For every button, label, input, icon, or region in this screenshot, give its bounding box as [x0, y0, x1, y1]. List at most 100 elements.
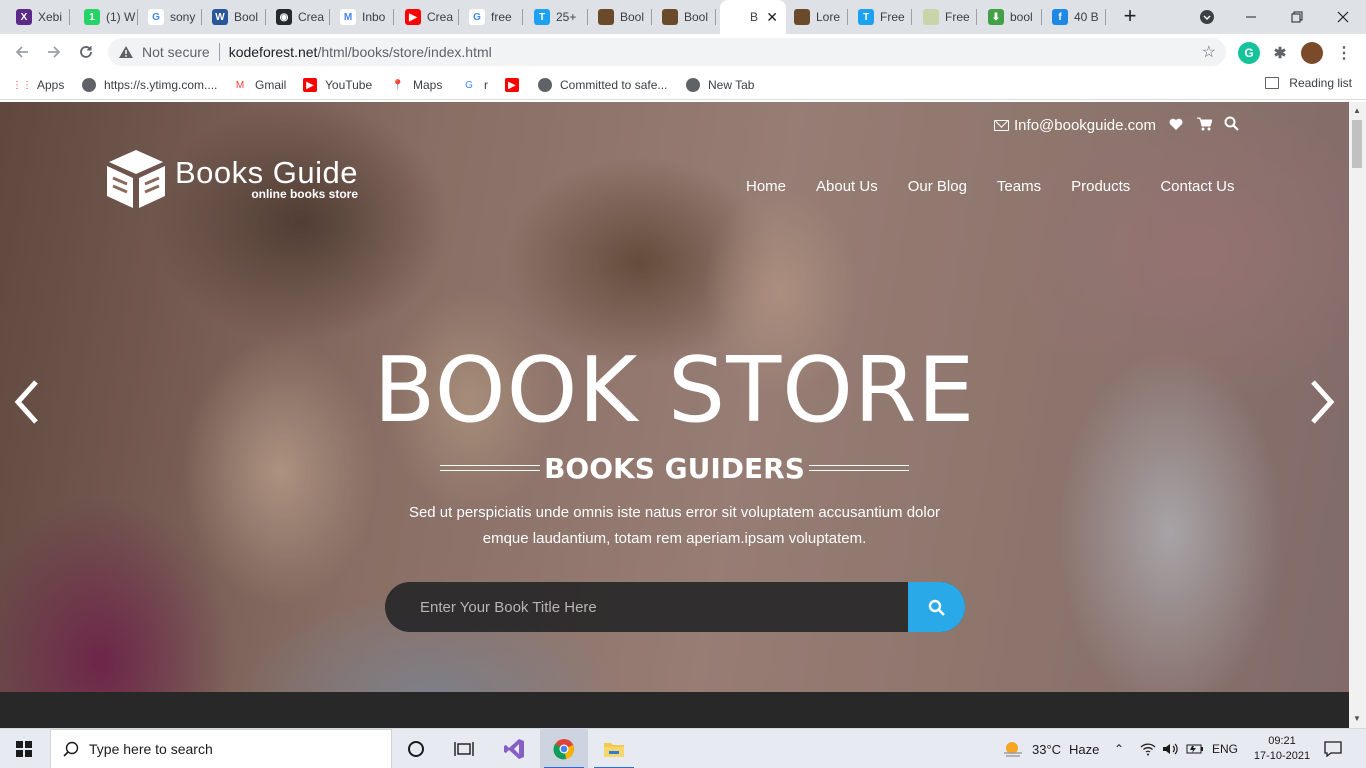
- site-logo[interactable]: Books Guide online books store: [105, 148, 358, 210]
- address-bar[interactable]: Not secure kodeforest.net/html/books/sto…: [108, 38, 1226, 66]
- close-tab-icon[interactable]: ✕: [766, 9, 778, 26]
- youtube-icon: ▶: [303, 78, 317, 92]
- nav-item-teams[interactable]: Teams: [997, 178, 1041, 195]
- tab-separator: [587, 9, 588, 25]
- grammarly-icon[interactable]: G: [1238, 42, 1260, 64]
- browser-tab-label: Inbo: [362, 10, 386, 24]
- close-window-button[interactable]: [1320, 0, 1366, 34]
- page-viewport: Info@bookguide.com Books Guide online bo…: [0, 102, 1349, 728]
- security-label[interactable]: Not secure: [142, 44, 210, 60]
- tray-overflow-icon[interactable]: ⌃: [1114, 729, 1124, 768]
- t-icon: T: [858, 9, 874, 25]
- browser-tab-label: Free: [945, 10, 970, 24]
- start-button[interactable]: [0, 729, 48, 768]
- back-button[interactable]: [10, 40, 34, 64]
- bookmark-item[interactable]: 📍 Maps: [391, 76, 443, 94]
- bookmark-label: New Tab: [708, 78, 755, 92]
- bookmarks-bar: ⋮⋮ Apps https://s.ytimg.com.... M Gmail ▶ YouT…: [0, 70, 1366, 100]
- tab-separator: [715, 9, 716, 25]
- book-search-button[interactable]: [908, 582, 965, 632]
- gmail-icon: M: [235, 79, 245, 91]
- bookmark-label: r: [484, 78, 488, 92]
- nav-item-products[interactable]: Products: [1071, 178, 1130, 195]
- battery-icon[interactable]: [1186, 729, 1204, 768]
- scroll-down-icon[interactable]: ▼: [1353, 714, 1361, 723]
- nav-item-our-blog[interactable]: Our Blog: [908, 178, 967, 195]
- tab-search-button[interactable]: [1184, 0, 1230, 34]
- browser-tab[interactable]: B ✕: [720, 0, 786, 34]
- close-icon: [1337, 11, 1349, 23]
- url-host: kodeforest.net: [228, 44, 318, 60]
- browser-tab[interactable]: Gfree: [461, 0, 523, 34]
- bookmark-item[interactable]: M Gmail: [233, 76, 287, 94]
- browser-tab[interactable]: Bool: [654, 0, 716, 34]
- new-tab-button[interactable]: +: [1118, 5, 1142, 29]
- cortana-button[interactable]: [392, 729, 440, 768]
- extensions-puzzle-icon[interactable]: ✱: [1269, 42, 1291, 64]
- nav-item-home[interactable]: Home: [746, 178, 786, 195]
- profile-avatar[interactable]: [1301, 42, 1323, 64]
- screen: { "browser": { "tabs": [ {"label": "Xebi…: [0, 0, 1366, 768]
- browser-tab[interactable]: T 25+: [526, 0, 588, 34]
- browser-tab[interactable]: 1 (1) W: [76, 0, 138, 34]
- forward-button[interactable]: [42, 40, 66, 64]
- browser-tab[interactable]: X Xebi: [8, 0, 70, 34]
- browser-tab[interactable]: Gsony: [140, 0, 202, 34]
- bookmark-item[interactable]: https://s.ytimg.com....: [82, 76, 217, 94]
- book-search-input[interactable]: [385, 582, 907, 632]
- browser-menu-icon[interactable]: ⋮: [1333, 42, 1355, 64]
- browser-tab[interactable]: W Bool: [204, 0, 266, 34]
- language-indicator[interactable]: ENG: [1212, 729, 1238, 768]
- reading-list-button[interactable]: Reading list: [1265, 76, 1352, 90]
- bookmark-label: Maps: [413, 78, 443, 92]
- bookmark-item[interactable]: ▶ YouTube: [303, 76, 372, 94]
- nav-item-about-us[interactable]: About Us: [816, 178, 878, 195]
- hero-subtitle: BOOKS GUIDERS: [544, 452, 805, 485]
- browser-tab[interactable]: M Inbo: [332, 0, 394, 34]
- bookmark-item[interactable]: ▶: [505, 76, 527, 94]
- scroll-up-icon[interactable]: ▲: [1353, 106, 1361, 115]
- clock[interactable]: 09:21 17-10-2021: [1250, 729, 1314, 768]
- header-search-icon[interactable]: [1224, 116, 1239, 135]
- browser-tab[interactable]: ◉ Crea: [268, 0, 330, 34]
- browser-tab-label: (1) W: [106, 10, 136, 24]
- scrollbar-thumb[interactable]: [1352, 120, 1362, 168]
- windows-taskbar: Type here to search 33°C Haze ⌃ ENG 09:2…: [0, 728, 1366, 768]
- page-scrollbar[interactable]: ▲ ▼: [1349, 102, 1366, 728]
- nav-item-contact-us[interactable]: Contact Us: [1160, 178, 1234, 195]
- bookmark-item[interactable]: New Tab: [686, 76, 754, 94]
- network-icon[interactable]: [1140, 729, 1156, 768]
- wishlist-heart-icon[interactable]: [1168, 117, 1184, 135]
- bookmark-star-icon[interactable]: ☆: [1202, 42, 1216, 62]
- browser-tab[interactable]: Bool: [590, 0, 652, 34]
- reload-button[interactable]: [74, 40, 98, 64]
- weather-widget[interactable]: 33°C Haze: [1002, 729, 1099, 768]
- visual-studio-button[interactable]: [490, 729, 538, 768]
- xebia-icon: X: [16, 9, 32, 25]
- gmail-icon: M: [340, 9, 356, 25]
- bookmark-item[interactable]: Committed to safe...: [538, 76, 667, 94]
- chrome-button[interactable]: [540, 729, 588, 768]
- task-view-button[interactable]: [440, 729, 488, 768]
- taskbar-search-box[interactable]: Type here to search: [50, 729, 392, 768]
- bookmark-item[interactable]: Gr: [462, 76, 488, 94]
- browser-tab[interactable]: T Free: [850, 0, 912, 34]
- minimize-button[interactable]: [1228, 0, 1274, 34]
- url-text[interactable]: kodeforest.net/html/books/store/index.ht…: [229, 44, 492, 60]
- tab-separator: [651, 9, 652, 25]
- file-explorer-button[interactable]: [590, 729, 638, 768]
- globe-icon: [686, 78, 700, 92]
- notifications-button[interactable]: [1324, 729, 1342, 768]
- browser-tab[interactable]: Free: [915, 0, 977, 34]
- browser-tab-label: Bool: [684, 10, 709, 24]
- browser-tab-label: Xebi: [38, 10, 63, 24]
- bookmark-item[interactable]: ⋮⋮ Apps: [12, 76, 64, 94]
- browser-tab[interactable]: ▶ Crea: [397, 0, 459, 34]
- browser-tab[interactable]: f 40 B: [1044, 0, 1106, 34]
- email-link[interactable]: Info@bookguide.com: [994, 117, 1156, 134]
- restore-button[interactable]: [1274, 0, 1320, 34]
- cart-icon[interactable]: [1196, 117, 1213, 135]
- browser-tab[interactable]: ⬇ bool: [980, 0, 1042, 34]
- volume-icon[interactable]: [1162, 729, 1180, 768]
- browser-tab[interactable]: Lore: [786, 0, 848, 34]
